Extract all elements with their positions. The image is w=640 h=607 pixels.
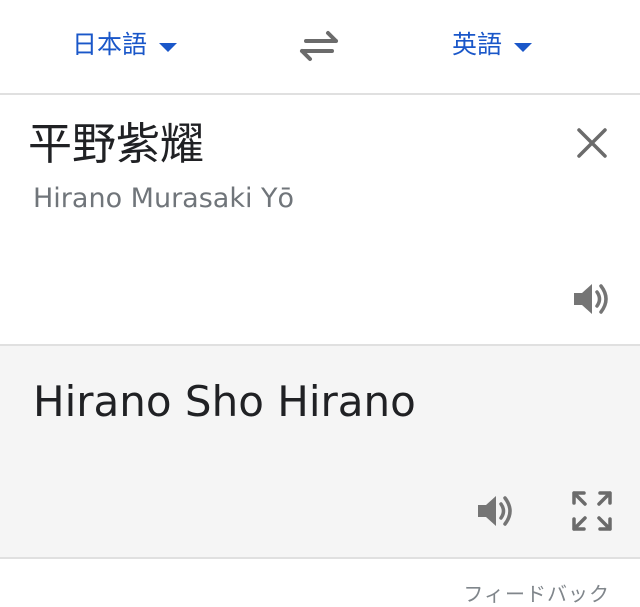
swap-arrows-icon[interactable] <box>296 28 342 64</box>
feedback-link[interactable]: フィードバック <box>463 578 610 607</box>
target-language-selector[interactable]: 英語 <box>452 28 533 62</box>
chevron-down-icon <box>159 42 178 52</box>
language-bar: 日本語 英語 <box>0 0 640 95</box>
source-text-input[interactable]: 平野紫耀 <box>28 117 204 173</box>
translation-text: Hirano Sho Hirano <box>33 377 416 426</box>
target-language-label: 英語 <box>452 30 503 59</box>
source-panel: 平野紫耀 Hirano Murasaki Yō <box>0 95 640 346</box>
close-icon[interactable] <box>574 125 610 161</box>
fullscreen-icon[interactable] <box>570 489 614 533</box>
chevron-down-icon <box>514 42 533 52</box>
target-speaker-icon[interactable] <box>474 491 518 531</box>
source-transliteration: Hirano Murasaki Yō <box>33 183 295 214</box>
source-language-selector[interactable]: 日本語 <box>72 28 178 62</box>
translation-panel: Hirano Sho Hirano <box>0 346 640 559</box>
source-language-label: 日本語 <box>72 30 148 59</box>
source-speaker-icon[interactable] <box>570 279 614 319</box>
